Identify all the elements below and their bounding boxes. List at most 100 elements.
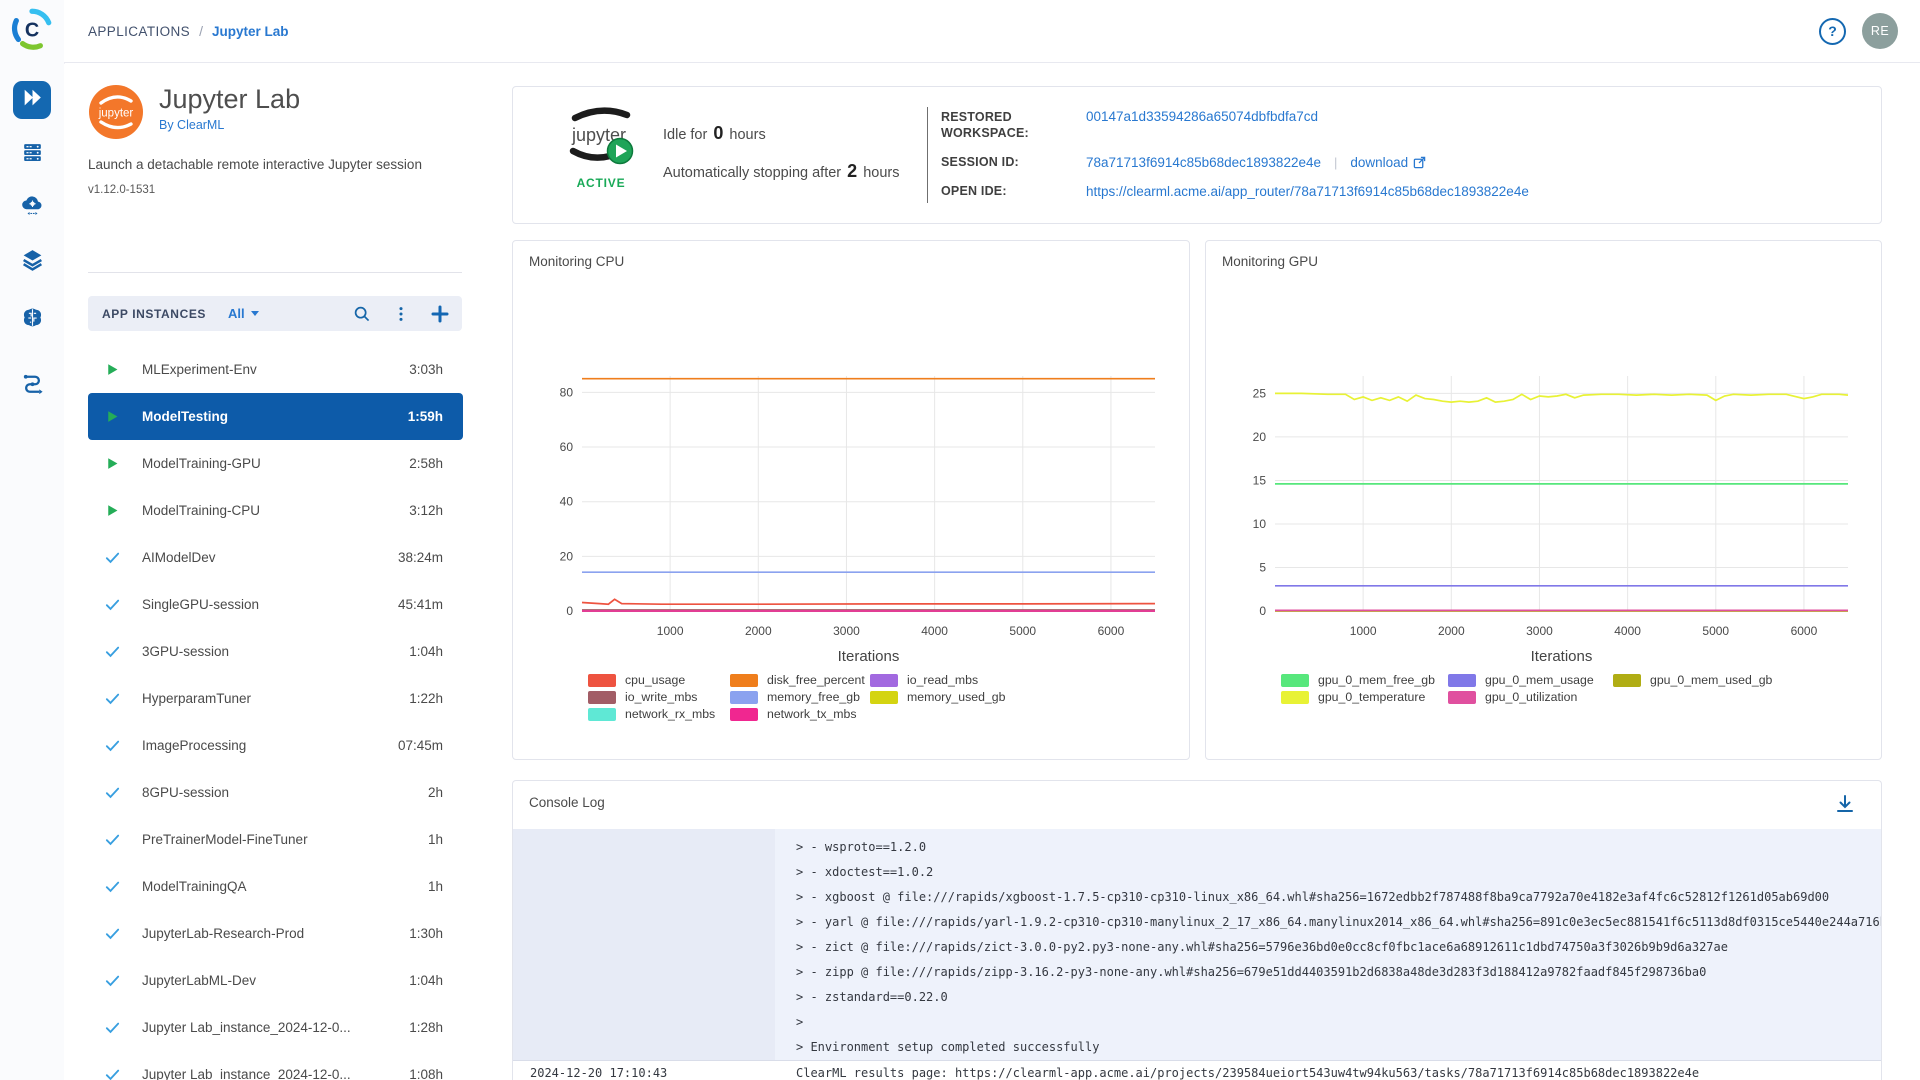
instance-row[interactable]: 8GPU-session2h: [88, 769, 463, 816]
nav-cloud-autoscaler[interactable]: [13, 188, 51, 226]
legend-swatch: [588, 691, 616, 704]
instance-name: ImageProcessing: [142, 738, 246, 753]
clearml-applications-screen: C APPLICATIONS / Jupyter Lab ? RE: [0, 0, 1920, 1080]
instance-duration: 1:04h: [399, 644, 443, 659]
completed-check-icon: [103, 643, 121, 661]
completed-check-icon: [103, 549, 121, 567]
nav-ai-models[interactable]: [13, 301, 51, 339]
instance-name: 3GPU-session: [142, 644, 229, 659]
applications-icon: [20, 85, 45, 115]
instance-row[interactable]: MLExperiment-Env3:03h: [88, 346, 463, 393]
instance-row[interactable]: PreTrainerModel-FineTuner1h: [88, 816, 463, 863]
completed-check-icon: [103, 925, 121, 943]
svg-text:6000: 6000: [1098, 624, 1125, 638]
legend-item[interactable]: network_rx_mbs: [588, 707, 730, 721]
svg-text:4000: 4000: [1614, 624, 1641, 638]
instance-row[interactable]: ModelTraining-CPU3:12h: [88, 487, 463, 534]
instance-name: Jupyter Lab_instance_2024-12-0...: [142, 1020, 351, 1035]
help-icon[interactable]: ?: [1819, 18, 1846, 45]
instance-name: 8GPU-session: [142, 785, 229, 800]
legend-label: gpu_0_temperature: [1318, 690, 1425, 704]
log-line: > - wsproto==1.2.0: [796, 835, 1881, 860]
legend-item[interactable]: io_read_mbs: [870, 673, 1005, 687]
legend-item[interactable]: gpu_0_utilization: [1448, 690, 1613, 704]
monitoring-cpu-card: Monitoring CPU 1000200030004000500060000…: [512, 240, 1190, 760]
session-id-value[interactable]: 78a71713f6914c85b68dec1893822e4e: [1086, 155, 1321, 170]
legend-item[interactable]: network_tx_mbs: [730, 707, 870, 721]
legend-label: cpu_usage: [625, 673, 685, 687]
open-ide-link[interactable]: https://clearml.acme.ai/app_router/78a71…: [1086, 184, 1529, 199]
instance-row[interactable]: ModelTraining-GPU2:58h: [88, 440, 463, 487]
legend-item[interactable]: memory_used_gb: [870, 690, 1005, 704]
instance-row[interactable]: JupyterLabML-Dev1:04h: [88, 957, 463, 1004]
instance-row[interactable]: ImageProcessing07:45m: [88, 722, 463, 769]
completed-check-icon: [103, 972, 121, 990]
instance-row[interactable]: HyperparamTuner1:22h: [88, 675, 463, 722]
legend-item[interactable]: memory_free_gb: [730, 690, 870, 704]
legend-item[interactable]: io_write_mbs: [588, 690, 730, 704]
legend-label: gpu_0_mem_used_gb: [1650, 673, 1772, 687]
svg-text:20: 20: [560, 549, 574, 563]
status-divider: [927, 107, 928, 203]
svg-text:40: 40: [560, 495, 574, 509]
download-log-icon[interactable]: [1833, 792, 1857, 816]
svg-text:jupyter: jupyter: [98, 108, 134, 120]
restored-workspace-value[interactable]: 00147a1d33594286a65074dbfbdfa7cd: [1086, 109, 1529, 124]
app-instances-list: MLExperiment-Env3:03hModelTesting1:59hMo…: [88, 346, 463, 1080]
instance-row[interactable]: JupyterLab-Research-Prod1:30h: [88, 910, 463, 957]
instance-row[interactable]: Jupyter Lab_instance_2024-12-0...1:08h: [88, 1051, 463, 1080]
download-workspace-link[interactable]: download: [1350, 155, 1426, 170]
clearml-logo[interactable]: C: [9, 6, 55, 52]
search-icon[interactable]: [352, 304, 372, 324]
log-footer-text[interactable]: ClearML results page: https://clearml-ap…: [775, 1066, 1699, 1080]
svg-text:60: 60: [560, 440, 574, 454]
app-instances-header: APP INSTANCES All: [88, 296, 462, 331]
instance-row[interactable]: SingleGPU-session45:41m: [88, 581, 463, 628]
legend-item[interactable]: gpu_0_mem_used_gb: [1613, 673, 1772, 687]
running-play-icon: [103, 502, 121, 520]
legend-label: memory_used_gb: [907, 690, 1005, 704]
add-instance-icon[interactable]: [430, 304, 450, 324]
nav-datasets[interactable]: [13, 243, 51, 281]
nav-pipelines[interactable]: [13, 366, 51, 404]
instance-duration: 1h: [418, 832, 443, 847]
legend-swatch: [730, 674, 758, 687]
gpu-chart-plot[interactable]: 1000200030004000500060000510152025Iterat…: [1220, 366, 1870, 666]
console-log-card: Console Log > - wsproto==1.2.0> - xdocte…: [512, 780, 1882, 1080]
legend-item[interactable]: gpu_0_mem_usage: [1448, 673, 1613, 687]
cpu-chart-plot[interactable]: 100020003000400050006000020406080Iterati…: [527, 366, 1177, 666]
legend-label: io_write_mbs: [625, 690, 697, 704]
legend-swatch: [588, 708, 616, 721]
legend-swatch: [1613, 674, 1641, 687]
legend-item[interactable]: gpu_0_mem_free_gb: [1281, 673, 1448, 687]
breadcrumb-applications[interactable]: APPLICATIONS: [88, 24, 190, 39]
legend-item[interactable]: gpu_0_temperature: [1281, 690, 1448, 704]
instances-filter-dropdown[interactable]: All: [228, 306, 259, 321]
instance-row[interactable]: AIModelDev38:24m: [88, 534, 463, 581]
legend-item[interactable]: disk_free_percent: [730, 673, 870, 687]
user-avatar[interactable]: RE: [1862, 13, 1898, 49]
log-line: > Environment setup completed successful…: [796, 1035, 1881, 1060]
log-line: > - zstandard==0.22.0: [796, 985, 1881, 1010]
instance-duration: 1:59h: [398, 409, 443, 424]
legend-label: io_read_mbs: [907, 673, 978, 687]
nav-applications[interactable]: [13, 81, 51, 119]
instance-row[interactable]: 3GPU-session 1:04h: [88, 628, 463, 675]
log-line: > - zipp @ file:///rapids/zipp-3.16.2-py…: [796, 960, 1881, 985]
svg-text:Iterations: Iterations: [1531, 648, 1593, 665]
nav-workers[interactable]: [13, 136, 51, 174]
more-options-icon[interactable]: [391, 304, 411, 324]
monitoring-gpu-card: Monitoring GPU 1000200030004000500060000…: [1205, 240, 1882, 760]
gpu-chart-title: Monitoring GPU: [1222, 254, 1318, 269]
instance-name: MLExperiment-Env: [142, 362, 257, 377]
instance-duration: 1:08h: [399, 1067, 443, 1080]
app-by-link[interactable]: By ClearML: [159, 118, 300, 132]
application-panel: jupyter Jupyter Lab By ClearML Launch a …: [64, 64, 465, 1080]
legend-item[interactable]: cpu_usage: [588, 673, 730, 687]
instance-row[interactable]: Jupyter Lab_instance_2024-12-0...1:28h: [88, 1004, 463, 1051]
instance-duration: 1:30h: [399, 926, 443, 941]
instance-name: JupyterLabML-Dev: [142, 973, 256, 988]
instance-row[interactable]: ModelTesting1:59h: [88, 393, 463, 440]
console-log-body[interactable]: > - wsproto==1.2.0> - xdoctest==1.0.2> -…: [513, 829, 1881, 1080]
instance-row[interactable]: ModelTrainingQA1h: [88, 863, 463, 910]
